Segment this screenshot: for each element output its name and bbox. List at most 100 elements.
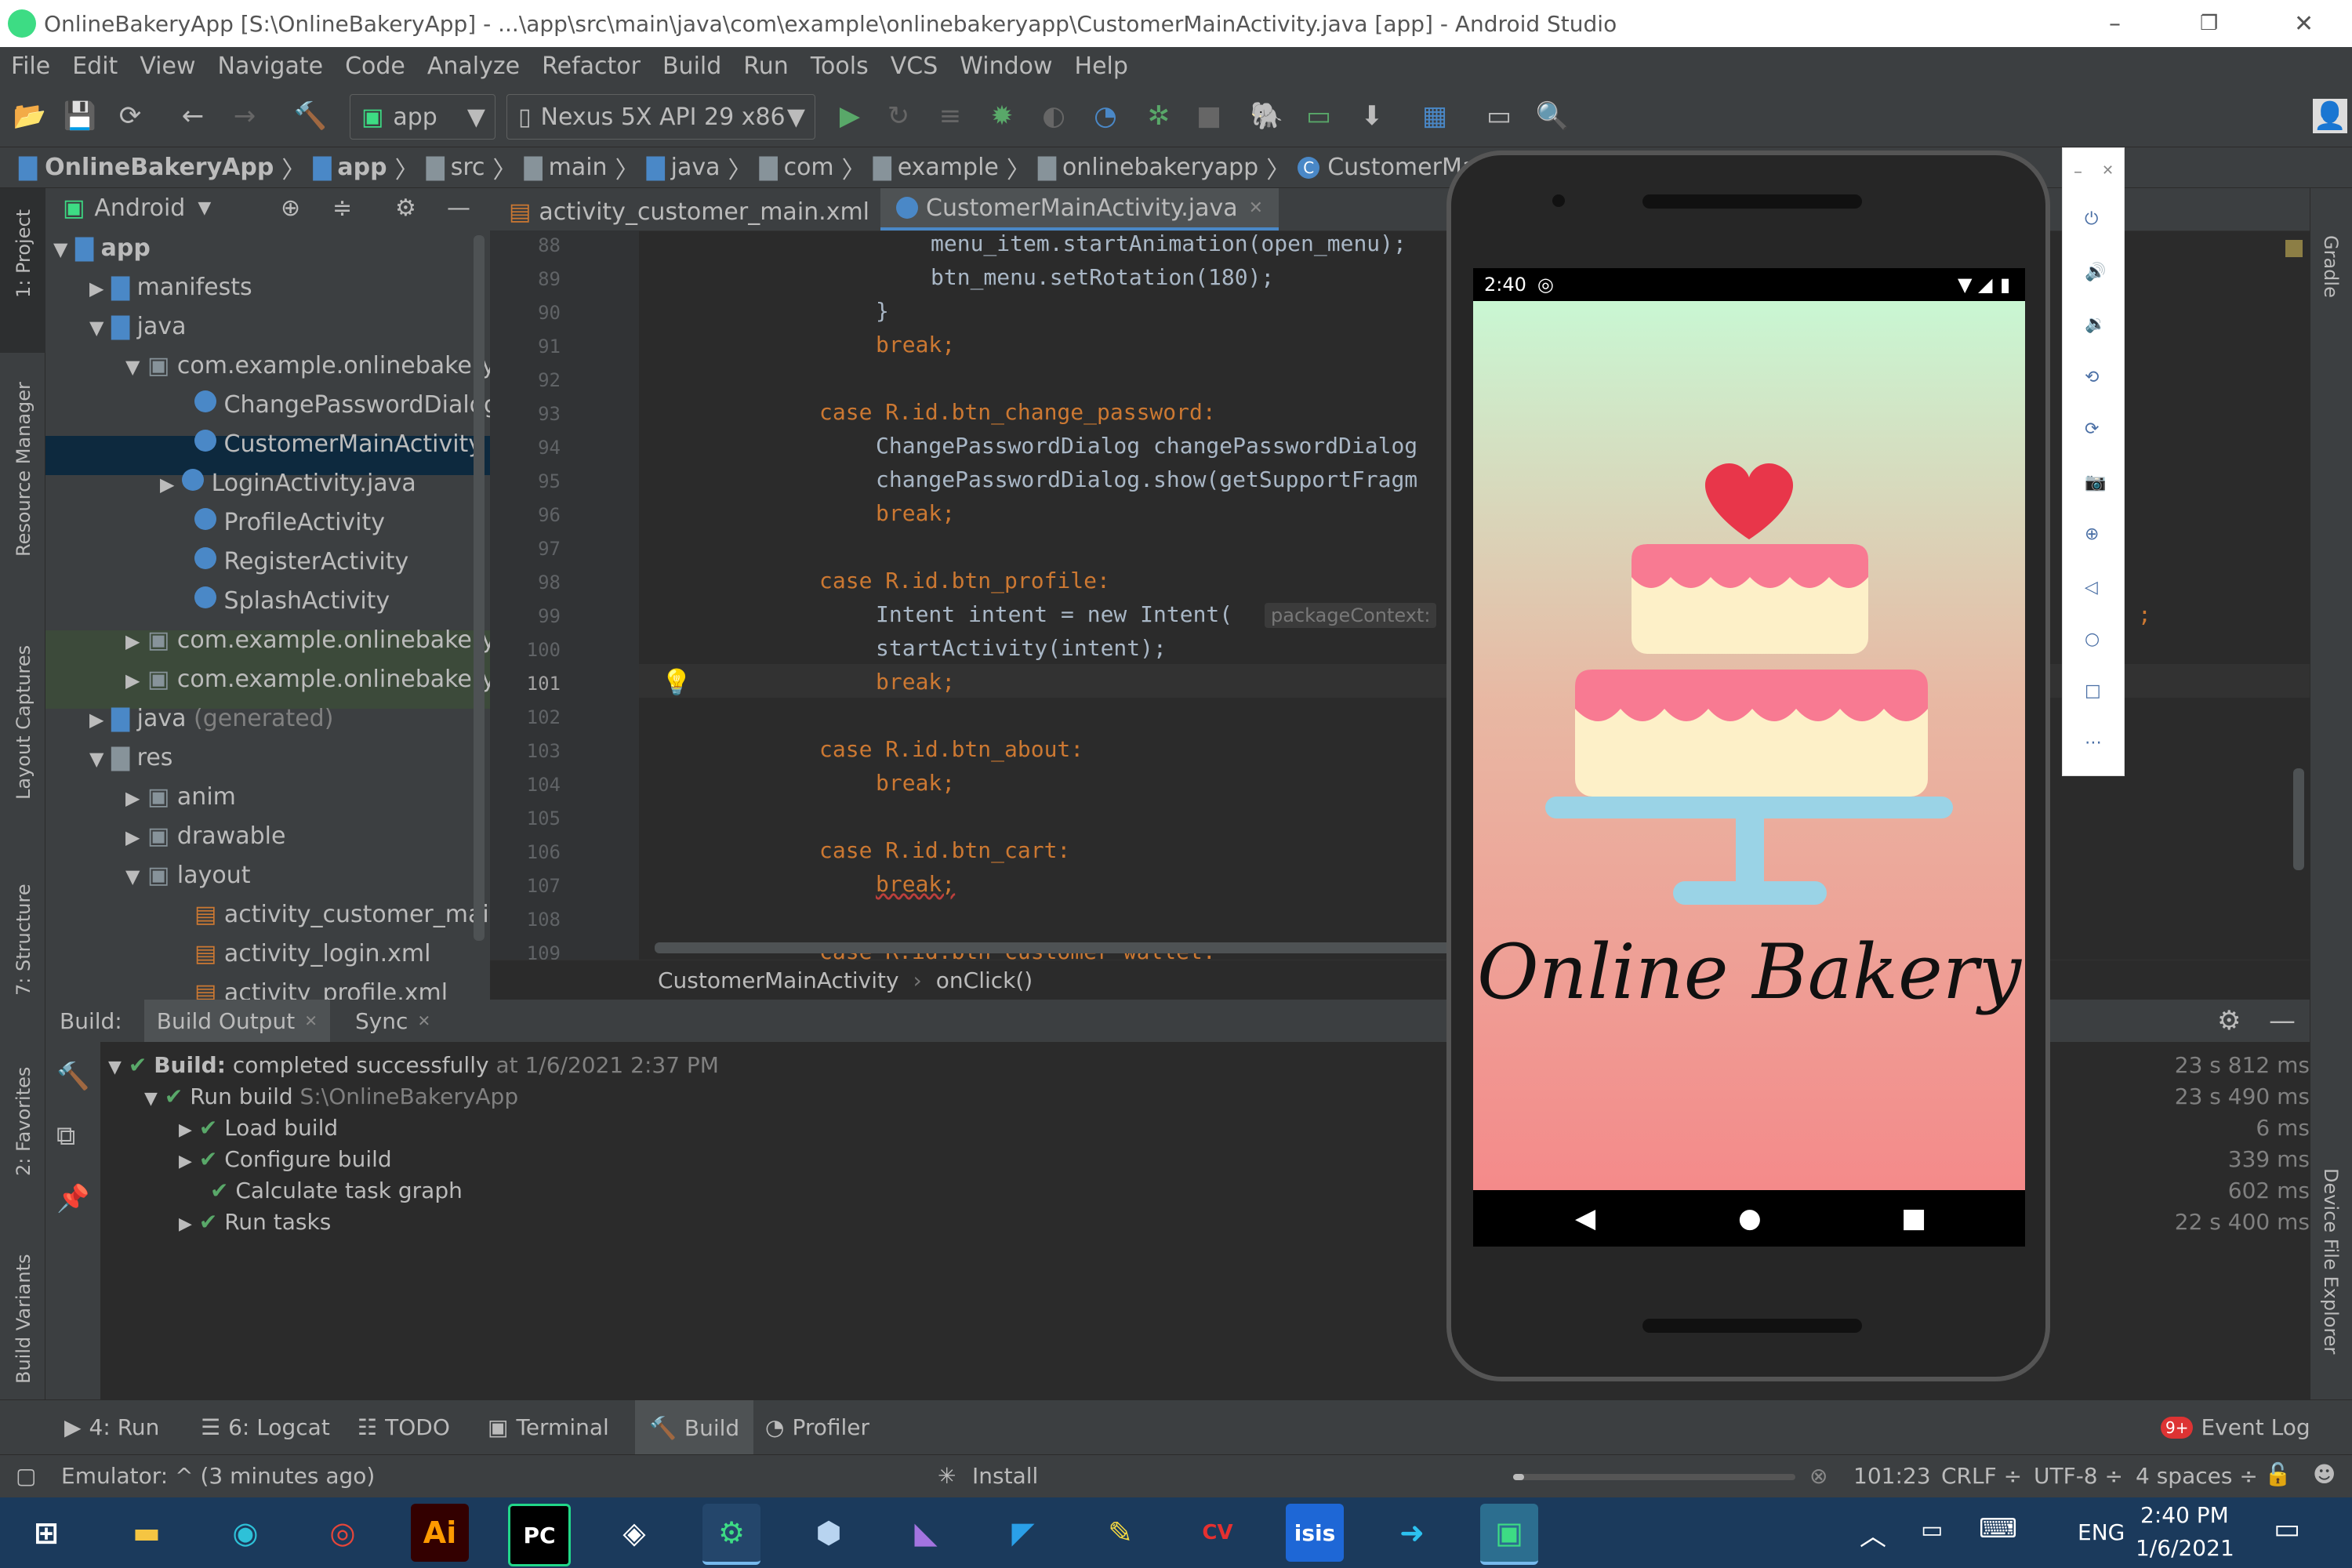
tree-item-class[interactable]: ChangePasswordDialog bbox=[194, 386, 499, 425]
project-view-select[interactable]: Android bbox=[94, 194, 185, 222]
device-file-explorer-label[interactable]: Device File Explorer bbox=[2320, 1168, 2342, 1354]
menu-vcs[interactable]: VCS bbox=[891, 53, 938, 80]
tree-item-package[interactable]: ▶ ▣ com.example.onlinebakeryap bbox=[125, 660, 524, 699]
breadcrumb-example[interactable]: example bbox=[898, 154, 999, 181]
menu-build[interactable]: Build bbox=[662, 53, 721, 80]
pycharm-icon[interactable]: PC bbox=[508, 1504, 571, 1566]
lightbulb-icon[interactable]: 💡 bbox=[661, 667, 692, 697]
menu-navigate[interactable]: Navigate bbox=[218, 53, 324, 80]
editor-scrollbar[interactable] bbox=[2293, 768, 2304, 870]
breadcrumb-package[interactable]: onlinebakeryapp bbox=[1062, 154, 1258, 181]
build-hammer-icon[interactable]: 🔨 bbox=[56, 1061, 89, 1092]
build-row[interactable]: ✔ Calculate task graph bbox=[210, 1175, 463, 1207]
notepad-app-icon[interactable]: ▣ bbox=[1480, 1504, 1538, 1565]
breadcrumb-main[interactable]: main bbox=[549, 154, 608, 181]
cancel-task-icon[interactable]: ⊗ bbox=[1809, 1463, 1828, 1489]
tab-profiler[interactable]: ◔ Profiler bbox=[765, 1414, 869, 1440]
apply-code-icon[interactable]: ≡ bbox=[933, 99, 967, 133]
unity-icon[interactable]: ◈ bbox=[605, 1504, 663, 1562]
editor-warning-marker[interactable] bbox=[2285, 240, 2303, 257]
attach-debugger-icon[interactable]: ✲ bbox=[1142, 99, 1176, 133]
tab-event-log[interactable]: 9+ Event Log bbox=[2161, 1414, 2310, 1440]
avd-manager-icon[interactable]: ▭ bbox=[1301, 99, 1336, 133]
camera-icon[interactable]: 📷 bbox=[2085, 473, 2106, 492]
structure-label[interactable]: 7: Structure bbox=[13, 884, 34, 996]
toggle-view-icon[interactable]: ⧉ bbox=[56, 1120, 75, 1152]
search-icon[interactable]: 🔍 bbox=[1535, 99, 1570, 133]
caret-position[interactable]: 101:23 bbox=[1853, 1463, 1931, 1489]
lock-icon[interactable]: 🔓 bbox=[2264, 1461, 2292, 1487]
tree-item-class[interactable]: RegisterActivity bbox=[194, 543, 408, 582]
menu-edit[interactable]: Edit bbox=[72, 53, 118, 80]
device-manager-icon[interactable]: ▭ bbox=[1482, 99, 1516, 133]
tab-logcat[interactable]: ☰ 6: Logcat bbox=[201, 1414, 330, 1440]
chevron-down-icon[interactable]: ▼ bbox=[198, 198, 211, 218]
device-select[interactable]: ▯ Nexus 5X API 29 x86 ▼ bbox=[506, 94, 815, 140]
clock-time[interactable]: 2:40 PM bbox=[2140, 1502, 2229, 1528]
tree-item-xml[interactable]: ▤ activity_profile.xml bbox=[194, 974, 448, 1000]
volume-down-icon[interactable]: 🔉 bbox=[2085, 314, 2106, 334]
hide-icon[interactable]: — bbox=[447, 194, 470, 222]
locate-icon[interactable]: ⊕ bbox=[281, 194, 300, 222]
sync-gradle-icon[interactable]: 🐘 bbox=[1250, 99, 1284, 133]
tree-item-manifests[interactable]: ▶ ▇ manifests bbox=[89, 268, 252, 307]
file-encoding[interactable]: UTF-8 ÷ bbox=[2034, 1463, 2123, 1489]
crumb-class[interactable]: CustomerMainActivity bbox=[658, 967, 899, 993]
remote-app-icon[interactable]: ➜ bbox=[1383, 1504, 1441, 1562]
tab-terminal[interactable]: ▣ Terminal bbox=[488, 1414, 609, 1440]
tree-item-xml[interactable]: ▤ activity_login.xml bbox=[194, 935, 430, 974]
layout-captures-label[interactable]: Layout Captures bbox=[13, 645, 34, 800]
keyboard-icon[interactable]: ⌨ bbox=[1979, 1513, 2017, 1544]
close-icon[interactable]: ✕ bbox=[1249, 198, 1263, 218]
close-icon[interactable]: ✕ bbox=[304, 1011, 318, 1030]
tree-item-package[interactable]: ▶ ▣ com.example.onlinebakeryap bbox=[125, 621, 524, 660]
tab-todo[interactable]: ☷ TODO bbox=[358, 1414, 450, 1440]
close-button[interactable]: ✕ bbox=[2294, 10, 2314, 38]
sync-icon[interactable]: ⟳ bbox=[113, 99, 147, 133]
build-row[interactable]: ▼ ✔ Build: completed successfully at 1/6… bbox=[108, 1050, 719, 1081]
phone-screen[interactable]: 2:40 ◎ ▼ ◢ ▮ Online Bakery ◀ ● ■ bbox=[1473, 268, 2025, 1247]
status-message[interactable]: Emulator: ^ (3 minutes ago) bbox=[61, 1463, 375, 1489]
rotate-right-icon[interactable]: ⟳ bbox=[2085, 419, 2099, 439]
tree-item-java-generated[interactable]: ▶ ▇ java (generated) bbox=[89, 699, 333, 739]
tab-build[interactable]: 🔨 Build bbox=[635, 1400, 754, 1455]
line-separator[interactable]: CRLF ÷ bbox=[1941, 1463, 2022, 1489]
edge-icon[interactable]: ◉ bbox=[216, 1504, 274, 1562]
windows-start-icon[interactable]: ⊞ bbox=[17, 1504, 75, 1562]
tree-item-app[interactable]: ▼ ▇ app bbox=[53, 229, 151, 268]
build-variants-label[interactable]: Build Variants bbox=[13, 1254, 34, 1384]
menu-view[interactable]: View bbox=[140, 53, 195, 80]
menu-code[interactable]: Code bbox=[345, 53, 405, 80]
favorites-label[interactable]: 2: Favorites bbox=[13, 1067, 34, 1176]
power-icon[interactable]: ⏻ bbox=[2085, 209, 2098, 229]
visual-studio-icon[interactable]: ◣ bbox=[897, 1504, 955, 1562]
cvavr-icon[interactable]: CV bbox=[1189, 1504, 1247, 1562]
menu-analyze[interactable]: Analyze bbox=[427, 53, 520, 80]
tab-sync[interactable]: Sync ✕ bbox=[343, 1000, 443, 1042]
menu-refactor[interactable]: Refactor bbox=[542, 53, 641, 80]
crumb-method[interactable]: onClick() bbox=[936, 967, 1033, 993]
profiler-gauge-icon[interactable]: ◔ bbox=[1088, 99, 1123, 133]
status-toggle-icon[interactable]: ▢ bbox=[16, 1463, 36, 1489]
more-icon[interactable]: ⋯ bbox=[2085, 733, 2102, 753]
tree-item-class[interactable]: CustomerMainActivity bbox=[194, 425, 482, 464]
build-row[interactable]: ▶ ✔ Load build bbox=[179, 1112, 338, 1144]
back-icon[interactable]: ◁ bbox=[2085, 578, 2098, 597]
menu-run[interactable]: Run bbox=[743, 53, 789, 80]
profile-icon[interactable]: ◐ bbox=[1036, 99, 1071, 133]
pin-icon[interactable]: 📌 bbox=[56, 1183, 89, 1214]
close-icon[interactable]: ✕ bbox=[417, 1011, 430, 1030]
menu-file[interactable]: File bbox=[11, 53, 50, 80]
breadcrumb-project[interactable]: OnlineBakeryApp bbox=[45, 154, 274, 181]
chrome-icon[interactable]: ◎ bbox=[314, 1504, 372, 1562]
project-tool-label[interactable]: 1: Project bbox=[13, 209, 34, 298]
tab-activity-customer-main[interactable]: ▤ activity_customer_main.xml ✕ bbox=[509, 194, 895, 229]
make-project-icon[interactable]: 🔨 bbox=[293, 99, 328, 133]
gradle-label[interactable]: Gradle bbox=[2320, 235, 2342, 298]
user-icon[interactable]: 👤 bbox=[2313, 99, 2347, 133]
tree-item-layout[interactable]: ▼ ▣ layout bbox=[125, 856, 251, 895]
save-icon[interactable]: 💾 bbox=[63, 99, 97, 133]
isis-icon[interactable]: isis bbox=[1286, 1504, 1344, 1562]
minimize-icon[interactable]: – bbox=[2074, 162, 2082, 182]
volume-up-icon[interactable]: 🔊 bbox=[2085, 263, 2106, 282]
